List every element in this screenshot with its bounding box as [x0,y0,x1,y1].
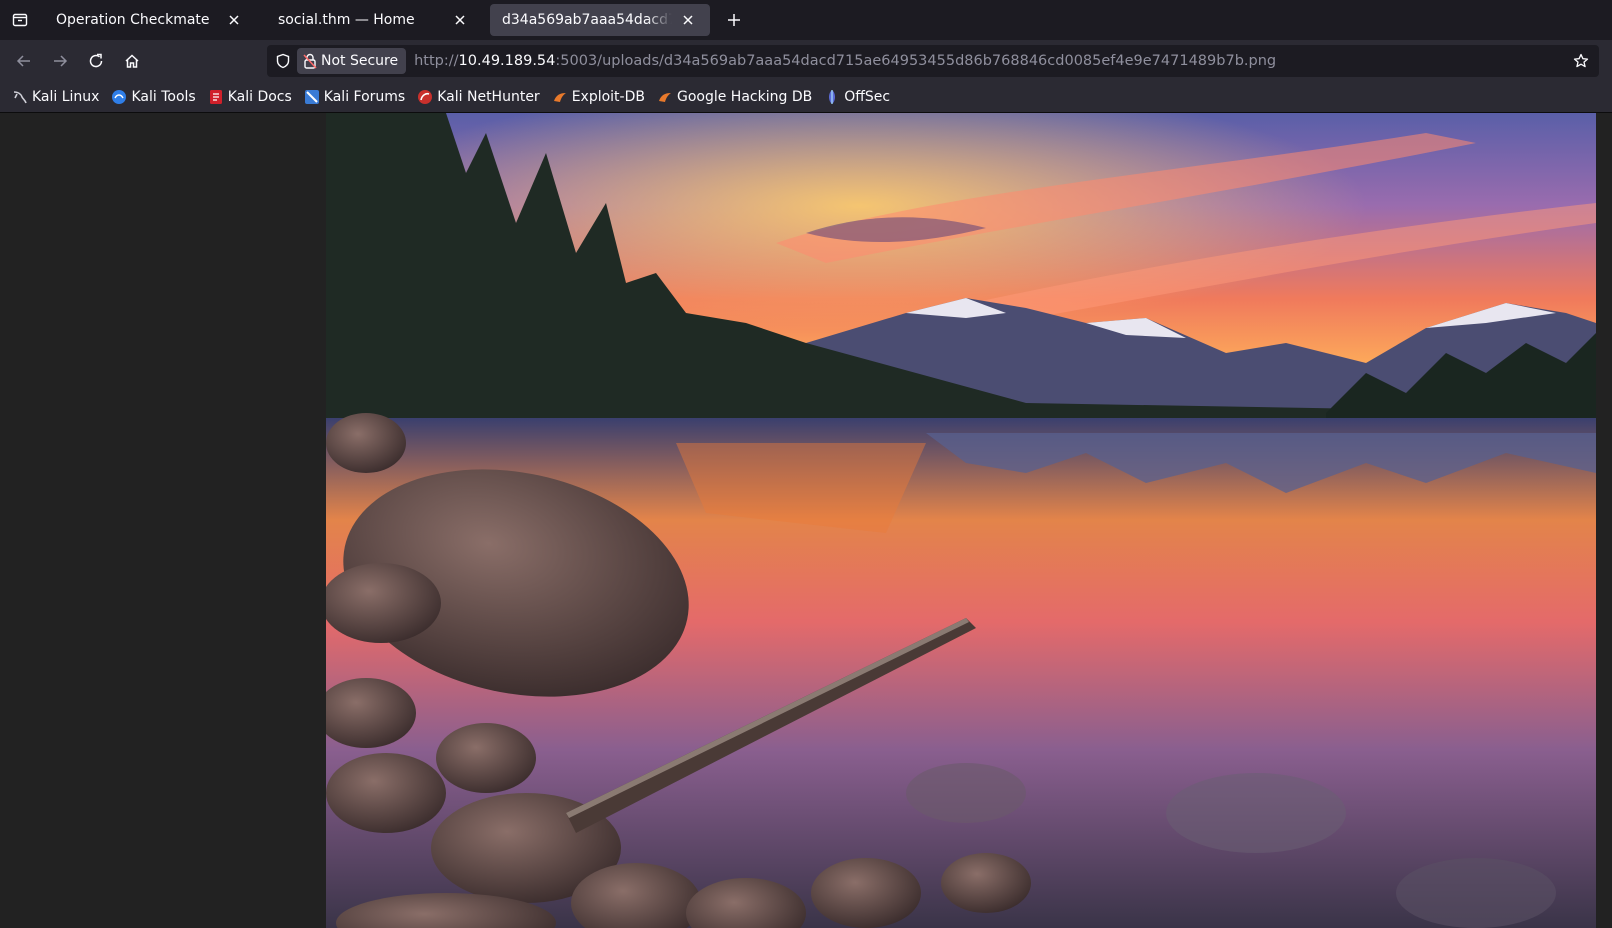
offsec-icon [824,89,840,105]
tab-bar: Operation Checkmate social.thm — Home d3… [0,0,1612,40]
reload-icon [89,53,103,68]
url-bar[interactable]: Not Secure http://10.49.189.54:5003/uplo… [267,45,1599,77]
bookmark-kali-tools[interactable]: Kali Tools [111,89,196,105]
close-icon [229,15,239,25]
back-button[interactable] [6,43,42,79]
home-button[interactable] [114,43,150,79]
insecure-lock-icon [303,53,317,69]
close-icon [455,15,465,25]
url-host: 10.49.189.54 [458,53,556,69]
new-tab-button[interactable] [718,4,750,36]
bookmark-kali-forums[interactable]: Kali Forums [304,89,405,105]
bookmark-kali-nethunter[interactable]: Kali NetHunter [417,89,540,105]
reload-button[interactable] [78,43,114,79]
arrow-left-icon [16,55,30,67]
ghdb-icon [657,89,673,105]
exploit-db-icon [552,89,568,105]
tab-label: d34a569ab7aaa54dacd715ae64953455d86b7688… [502,12,672,28]
kali-tools-icon [111,89,127,105]
security-label: Not Secure [321,53,399,69]
bookmark-kali-linux[interactable]: Kali Linux [12,89,99,105]
bookmark-offsec[interactable]: OffSec [824,89,890,105]
plus-icon [728,14,740,26]
tab-list-icon [12,13,28,27]
tab-close-button[interactable] [678,10,698,30]
bookmark-google-hacking-db[interactable]: Google Hacking DB [657,89,812,105]
tab-label: social.thm — Home [278,12,415,28]
url-scheme: http:// [414,53,459,69]
bookmark-label: Kali Linux [32,89,100,105]
bookmark-label: Exploit-DB [571,89,645,105]
bookmarks-toolbar: Kali Linux Kali Tools Kali Docs Kali For… [0,82,1612,113]
tab-label: Operation Checkmate [56,12,210,28]
close-icon [683,15,693,25]
tab-image-active[interactable]: d34a569ab7aaa54dacd715ae64953455d86b7688… [490,4,710,36]
star-icon [1573,53,1589,68]
shield-icon [276,53,290,69]
bookmark-label: Kali Tools [131,89,196,105]
tab-list-button[interactable] [0,0,40,40]
arrow-right-icon [54,55,68,67]
forward-button[interactable] [42,43,78,79]
bookmark-label: Kali Forums [323,89,406,105]
bookmark-label: Google Hacking DB [676,89,813,105]
kali-docs-icon [208,89,224,105]
tab-close-button[interactable] [450,10,470,30]
tracking-protection-button[interactable] [269,53,297,69]
displayed-image-lake-sunset[interactable] [326,113,1596,928]
bookmark-exploit-db[interactable]: Exploit-DB [552,89,645,105]
kali-nethunter-icon [417,89,433,105]
home-icon [125,54,139,68]
bookmark-label: Kali NetHunter [437,89,540,105]
url-path: :5003/uploads/d34a569ab7aaa54dacd715ae64… [555,53,1277,69]
tab-operation-checkmate[interactable]: Operation Checkmate [44,4,256,36]
tab-social-home[interactable]: social.thm — Home [266,4,482,36]
not-secure-indicator[interactable]: Not Secure [297,48,407,74]
image-viewer [0,113,1612,928]
bookmark-star-button[interactable] [1569,49,1593,73]
bookmark-kali-docs[interactable]: Kali Docs [208,89,292,105]
kali-dragon-icon [12,89,28,105]
navigation-toolbar: Not Secure http://10.49.189.54:5003/uplo… [0,40,1612,82]
url-text[interactable]: http://10.49.189.54:5003/uploads/d34a569… [414,53,1276,69]
tab-close-button[interactable] [224,10,244,30]
kali-forums-icon [304,89,320,105]
bookmark-label: OffSec [844,89,891,105]
bookmark-label: Kali Docs [227,89,292,105]
